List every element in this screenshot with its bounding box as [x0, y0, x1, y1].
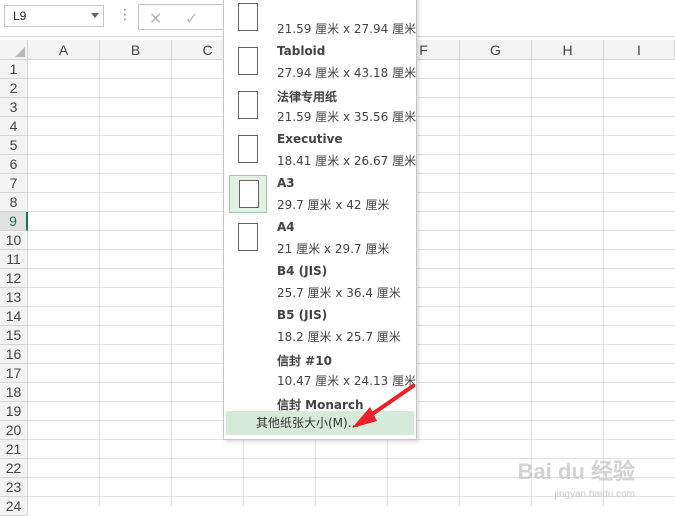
paper-size-option[interactable]: A3 29.7 厘米 x 42 厘米: [224, 171, 416, 215]
paper-size-dimensions: 25.7 厘米 x 36.4 厘米: [277, 286, 401, 300]
enter-icon[interactable]: ✓: [185, 9, 198, 28]
paper-size-name: B4 (JIS): [277, 264, 328, 278]
row-header-4[interactable]: 4: [0, 117, 28, 136]
select-all-corner[interactable]: [0, 40, 28, 60]
name-box-value: L9: [13, 9, 27, 23]
row-header-22[interactable]: 22: [0, 459, 28, 478]
paper-size-dimensions: 21.59 厘米 x 35.56 厘米: [277, 110, 417, 124]
paper-size-option[interactable]: B4 (JIS) 25.7 厘米 x 36.4 厘米: [224, 259, 416, 303]
paper-size-dimensions: 18.2 厘米 x 25.7 厘米: [277, 330, 401, 344]
more-options-icon: ⋮: [118, 7, 132, 23]
paper-icon-frame: [229, 43, 267, 81]
portrait-page-icon: [239, 180, 259, 208]
row-header-8[interactable]: 8: [0, 193, 28, 212]
paper-size-option[interactable]: B5 (JIS) 18.2 厘米 x 25.7 厘米: [224, 303, 416, 347]
paper-size-name: B5 (JIS): [277, 308, 328, 322]
name-box[interactable]: L9: [4, 5, 104, 27]
paper-size-dimensions: 27.94 厘米 x 43.18 厘米: [277, 66, 417, 80]
row-header-5[interactable]: 5: [0, 136, 28, 155]
paper-size-option[interactable]: Tabloid 27.94 厘米 x 43.18 厘米: [224, 39, 416, 83]
formula-buttons: ✕ ✓: [138, 4, 228, 30]
paper-icon-frame: [229, 219, 267, 257]
paper-icon-frame: [229, 131, 267, 169]
paper-size-option[interactable]: 法律专用纸 21.59 厘米 x 35.56 厘米: [224, 83, 416, 127]
select-all-icon: [15, 47, 25, 57]
row-header-11[interactable]: 11: [0, 250, 28, 269]
paper-size-dimensions: 29.7 厘米 x 42 厘米: [277, 198, 390, 212]
column-header-a[interactable]: A: [28, 40, 100, 60]
paper-size-dimensions: 21.59 厘米 x 27.94 厘米: [277, 22, 417, 36]
watermark-url: jingyan.baidu.com: [554, 489, 635, 500]
paper-size-dimensions: 21 厘米 x 29.7 厘米: [277, 242, 390, 256]
row-header-17[interactable]: 17: [0, 364, 28, 383]
row-header-14[interactable]: 14: [0, 307, 28, 326]
paper-size-name: A3: [277, 176, 295, 190]
row-header-19[interactable]: 19: [0, 402, 28, 421]
name-box-dropdown-icon[interactable]: [91, 13, 99, 18]
paper-size-name: A4: [277, 220, 295, 234]
paper-size-option[interactable]: 21.59 厘米 x 27.94 厘米: [224, 0, 416, 39]
more-paper-sizes-button[interactable]: 其他纸张大小(M)...: [226, 411, 414, 435]
portrait-page-icon: [238, 91, 258, 119]
row-header-1[interactable]: 1: [0, 60, 28, 79]
row-header-6[interactable]: 6: [0, 155, 28, 174]
row-header-15[interactable]: 15: [0, 326, 28, 345]
row-header-20[interactable]: 20: [0, 421, 28, 440]
portrait-page-icon: [238, 3, 258, 31]
row-header-10[interactable]: 10: [0, 231, 28, 250]
paper-size-dimensions: 18.41 厘米 x 26.67 厘米: [277, 154, 417, 168]
column-header-g[interactable]: G: [460, 40, 532, 60]
portrait-page-icon: [238, 135, 258, 163]
portrait-page-icon: [238, 223, 258, 251]
column-header-b[interactable]: B: [100, 40, 172, 60]
row-header-16[interactable]: 16: [0, 345, 28, 364]
row-header-7[interactable]: 7: [0, 174, 28, 193]
paper-size-name: 法律专用纸: [277, 90, 338, 104]
paper-icon-frame: [229, 87, 267, 125]
paper-size-option[interactable]: A4 21 厘米 x 29.7 厘米: [224, 215, 416, 259]
row-header-24[interactable]: 24: [0, 497, 28, 516]
paper-size-option[interactable]: 信封 #10 10.47 厘米 x 24.13 厘米: [224, 347, 416, 391]
row-header-2[interactable]: 2: [0, 79, 28, 98]
watermark-logo: Bai du 经验: [517, 459, 635, 484]
row-header-9[interactable]: 9: [0, 212, 28, 231]
row-header-23[interactable]: 23: [0, 478, 28, 497]
portrait-page-icon: [238, 47, 258, 75]
paper-size-dimensions: 10.47 厘米 x 24.13 厘米: [277, 374, 417, 388]
row-header-21[interactable]: 21: [0, 440, 28, 459]
paper-size-option[interactable]: Executive 18.41 厘米 x 26.67 厘米: [224, 127, 416, 171]
paper-size-name: Tabloid: [277, 44, 326, 58]
row-header-18[interactable]: 18: [0, 383, 28, 402]
paper-size-name: Executive: [277, 132, 343, 146]
paper-icon-frame: [229, 0, 267, 37]
column-header-h[interactable]: H: [532, 40, 604, 60]
column-header-i[interactable]: I: [604, 40, 675, 60]
paper-size-menu: 21.59 厘米 x 27.94 厘米 Tabloid 27.94 厘米 x 43.…: [223, 0, 417, 440]
paper-size-name: 信封 #10: [277, 354, 332, 368]
row-header-13[interactable]: 13: [0, 288, 28, 307]
paper-icon-frame: [229, 175, 267, 213]
row-header-3[interactable]: 3: [0, 98, 28, 117]
row-header-12[interactable]: 12: [0, 269, 28, 288]
cancel-icon[interactable]: ✕: [149, 9, 162, 28]
